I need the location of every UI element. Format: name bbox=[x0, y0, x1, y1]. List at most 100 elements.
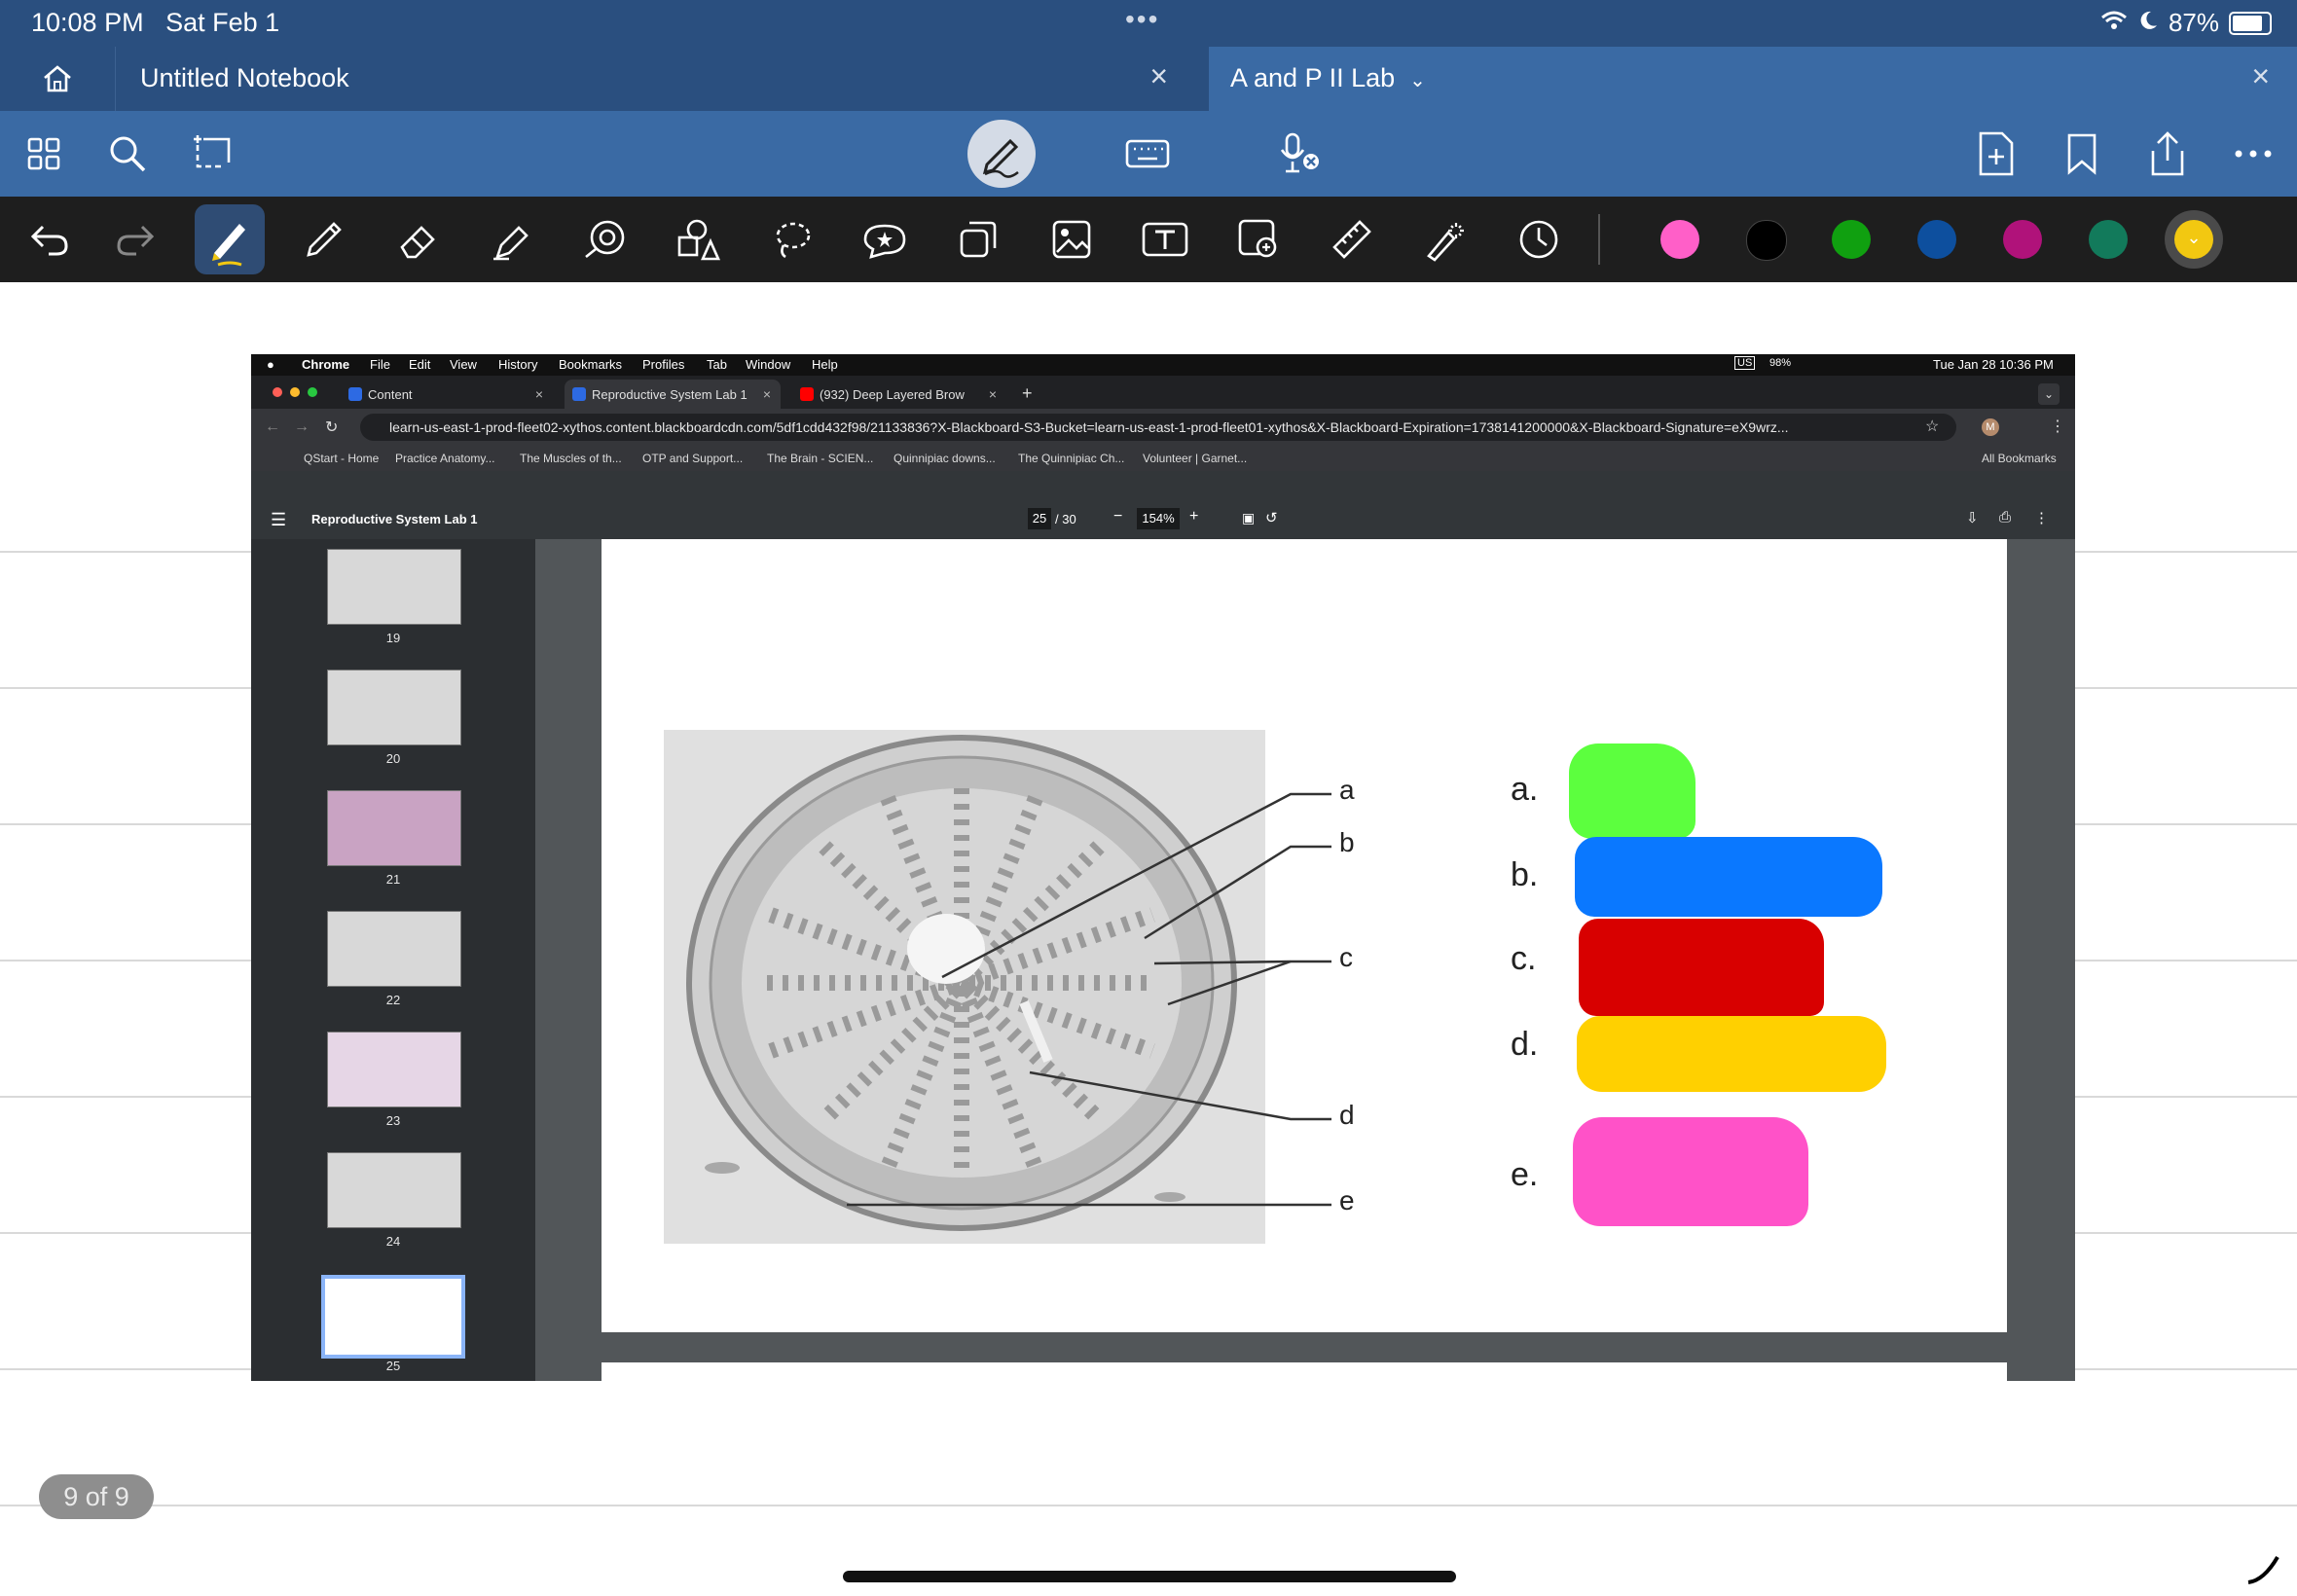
page-thumbnail[interactable] bbox=[327, 549, 461, 625]
page-number-input[interactable]: 25 bbox=[1028, 508, 1051, 529]
highlighter-icon[interactable] bbox=[487, 215, 535, 264]
bookmark-item[interactable]: Volunteer | Garnet... bbox=[1143, 452, 1247, 465]
browser-tab-active[interactable]: Reproductive System Lab 1 × bbox=[565, 380, 781, 409]
color-swatch-pink[interactable] bbox=[1660, 220, 1699, 259]
lasso-icon[interactable] bbox=[767, 215, 816, 264]
page-thumbnail[interactable] bbox=[327, 790, 461, 866]
ruled-line bbox=[0, 1505, 2297, 1506]
tab-label: Untitled Notebook bbox=[140, 63, 349, 92]
pen-tool-button[interactable] bbox=[195, 204, 265, 274]
bookmark-item[interactable]: Practice Anatomy... bbox=[395, 452, 495, 465]
undo-icon[interactable] bbox=[25, 215, 74, 264]
color-swatch-green[interactable] bbox=[1832, 220, 1871, 259]
star-icon[interactable]: ☆ bbox=[1925, 417, 1939, 436]
color-swatch-blue[interactable] bbox=[1917, 220, 1956, 259]
dictation-off-icon[interactable] bbox=[1275, 129, 1324, 178]
home-button[interactable] bbox=[0, 47, 116, 111]
status-right: 87% bbox=[2100, 8, 2272, 38]
close-icon[interactable]: × bbox=[535, 386, 543, 402]
eraser-icon[interactable] bbox=[393, 215, 442, 264]
rotate-icon[interactable]: ↺ bbox=[1265, 509, 1278, 526]
scribble-pink bbox=[1573, 1117, 1808, 1226]
back-icon[interactable]: ← bbox=[265, 418, 280, 436]
color-swatch-yellow-selected[interactable]: ⌄ bbox=[2165, 210, 2223, 269]
pencil-icon[interactable] bbox=[300, 215, 348, 264]
pdf-more-icon[interactable]: ⋮ bbox=[2034, 509, 2049, 526]
tab-search-icon[interactable]: ⌄ bbox=[2038, 383, 2060, 405]
image-icon[interactable] bbox=[1047, 215, 1096, 264]
scribble-red bbox=[1579, 919, 1824, 1016]
close-window-icon[interactable] bbox=[273, 387, 282, 397]
keyboard-icon[interactable] bbox=[1123, 129, 1172, 178]
bookmark-item[interactable]: QStart - Home bbox=[304, 452, 379, 465]
browser-tab-youtube[interactable]: (932) Deep Layered Brow × bbox=[792, 380, 1006, 409]
fit-page-icon[interactable]: ▣ bbox=[1242, 510, 1255, 526]
figure-label: a bbox=[1339, 775, 1355, 805]
camera-icon[interactable] bbox=[1234, 215, 1283, 264]
page-thumbnail-current[interactable] bbox=[321, 1275, 465, 1359]
bookmark-item[interactable]: The Quinnipiac Ch... bbox=[1018, 452, 1124, 465]
sticker-icon[interactable] bbox=[860, 215, 909, 264]
more-icon[interactable] bbox=[2229, 129, 2278, 178]
bookmark-item[interactable]: The Muscles of th... bbox=[520, 452, 622, 465]
page-counter[interactable]: 9 of 9 bbox=[39, 1474, 154, 1519]
bookmark-icon[interactable] bbox=[2058, 129, 2106, 178]
close-icon[interactable]: × bbox=[989, 386, 997, 402]
new-tab-icon[interactable]: + bbox=[1022, 383, 1033, 404]
add-page-icon[interactable] bbox=[1972, 129, 2021, 178]
drawing-toolbar: ⌄ bbox=[0, 197, 2297, 282]
pen-mode-button[interactable] bbox=[967, 120, 1036, 188]
page-thumbnail[interactable] bbox=[327, 1032, 461, 1107]
color-swatch-black[interactable] bbox=[1746, 220, 1787, 261]
page-thumbnail[interactable] bbox=[327, 911, 461, 987]
minimize-window-icon[interactable] bbox=[290, 387, 300, 397]
close-tab-button[interactable]: × bbox=[2251, 58, 2270, 94]
tab-a-and-p-ii-lab[interactable]: A and P II Lab ⌄ × bbox=[1209, 47, 2297, 111]
ruler-icon[interactable] bbox=[1328, 215, 1376, 264]
redo-icon[interactable] bbox=[111, 215, 160, 264]
zoom-in-icon[interactable]: + bbox=[1189, 508, 1198, 526]
menu-icon[interactable]: ☰ bbox=[271, 510, 286, 530]
bookmark-item[interactable]: Quinnipiac downs... bbox=[893, 452, 996, 465]
page-thumbnail[interactable] bbox=[327, 1152, 461, 1228]
home-indicator[interactable] bbox=[843, 1571, 1456, 1582]
shape-icon[interactable] bbox=[580, 215, 629, 264]
menu-item: Edit bbox=[409, 357, 431, 372]
laser-icon[interactable] bbox=[1421, 215, 1470, 264]
figure-label: b bbox=[1339, 827, 1355, 857]
url-field[interactable]: learn-us-east-1-prod-fleet02-xythos.cont… bbox=[360, 414, 1956, 441]
grid-icon[interactable] bbox=[19, 129, 68, 178]
chrome-menu-icon[interactable]: ⋮ bbox=[2050, 417, 2065, 436]
select-add-icon[interactable] bbox=[191, 129, 239, 178]
forward-icon[interactable]: → bbox=[294, 418, 310, 436]
pencil-hover-icon bbox=[2244, 1551, 2283, 1591]
close-tab-button[interactable]: × bbox=[1149, 58, 1168, 94]
chrome-tab-strip: Content × Reproductive System Lab 1 × (9… bbox=[251, 376, 2075, 409]
color-swatch-teal[interactable] bbox=[2089, 220, 2128, 259]
bookmark-item[interactable]: OTP and Support... bbox=[642, 452, 743, 465]
text-icon[interactable] bbox=[1141, 215, 1189, 264]
color-swatch-magenta[interactable] bbox=[2003, 220, 2042, 259]
search-icon[interactable] bbox=[103, 129, 152, 178]
reload-icon[interactable]: ↻ bbox=[325, 417, 338, 437]
copy-icon[interactable] bbox=[954, 215, 1003, 264]
pasted-screenshot[interactable]: ● Chrome File Edit View History Bookmark… bbox=[251, 354, 2075, 1381]
browser-tab-content[interactable]: Content × bbox=[341, 380, 553, 409]
profile-avatar[interactable]: M bbox=[1982, 418, 1999, 436]
page-thumbnail[interactable] bbox=[327, 670, 461, 745]
thumbnail-number: 19 bbox=[385, 631, 401, 645]
zoom-out-icon[interactable]: − bbox=[1113, 508, 1122, 526]
zoom-input[interactable]: 154% bbox=[1137, 508, 1180, 529]
multitasking-dots[interactable]: ••• bbox=[1125, 4, 1159, 35]
elements-icon[interactable] bbox=[674, 215, 722, 264]
all-bookmarks[interactable]: All Bookmarks bbox=[1982, 452, 2057, 465]
share-icon[interactable] bbox=[2143, 129, 2192, 178]
zoom-window-icon[interactable] bbox=[308, 387, 317, 397]
close-icon[interactable]: × bbox=[763, 386, 771, 402]
download-icon[interactable]: ⇩ bbox=[1966, 509, 1979, 526]
tab-untitled-notebook[interactable]: Untitled Notebook × bbox=[115, 47, 1207, 111]
history-icon[interactable] bbox=[1514, 215, 1563, 264]
bookmark-item[interactable]: The Brain - SCIEN... bbox=[767, 452, 873, 465]
print-icon[interactable]: ⎙ bbox=[1999, 509, 2011, 526]
wifi-icon bbox=[2100, 8, 2128, 38]
